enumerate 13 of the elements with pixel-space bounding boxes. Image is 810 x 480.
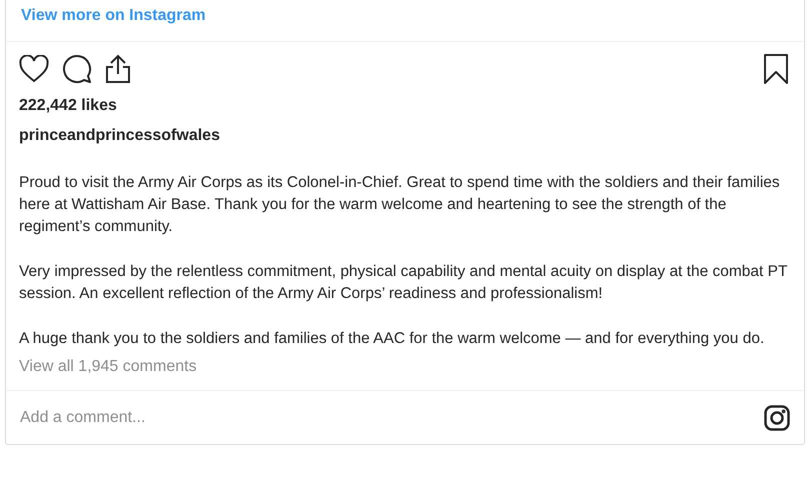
username: princeandprincessofwales xyxy=(19,126,221,146)
share-icon[interactable] xyxy=(104,54,132,84)
bookmark-icon[interactable] xyxy=(763,53,789,85)
likes-count: 222,442 likes xyxy=(19,96,118,116)
instagram-logo-icon[interactable] xyxy=(764,404,790,430)
caption-paragraph: A huge thank you to the soldiers and families of the AAC for the warm welcome — and for everything you do. xyxy=(19,329,766,349)
heart-icon[interactable] xyxy=(19,55,49,83)
comment-icon[interactable] xyxy=(62,54,92,84)
caption-paragraph: Very impressed by the relentless commitment, physical capability and mental acuity on display at the combat PT session. An excellent reflection of the Army Air Corps’ readiness and professionalism! xyxy=(19,262,788,304)
comment-field[interactable]: Add a comment... xyxy=(20,406,764,430)
view-comments-link[interactable]: View all 1,945 comments xyxy=(19,356,791,378)
caption-paragraph: Proud to visit the Army Air Corps as its Colonel-in-Chief. Great to spend time with the soldiers and their families here at Wattisham Air Base. Thank you for the warm welcome and heartening to see the strength of the regiment’s community. xyxy=(19,173,781,237)
view-more-link[interactable]: View more on Instagram xyxy=(21,7,206,24)
